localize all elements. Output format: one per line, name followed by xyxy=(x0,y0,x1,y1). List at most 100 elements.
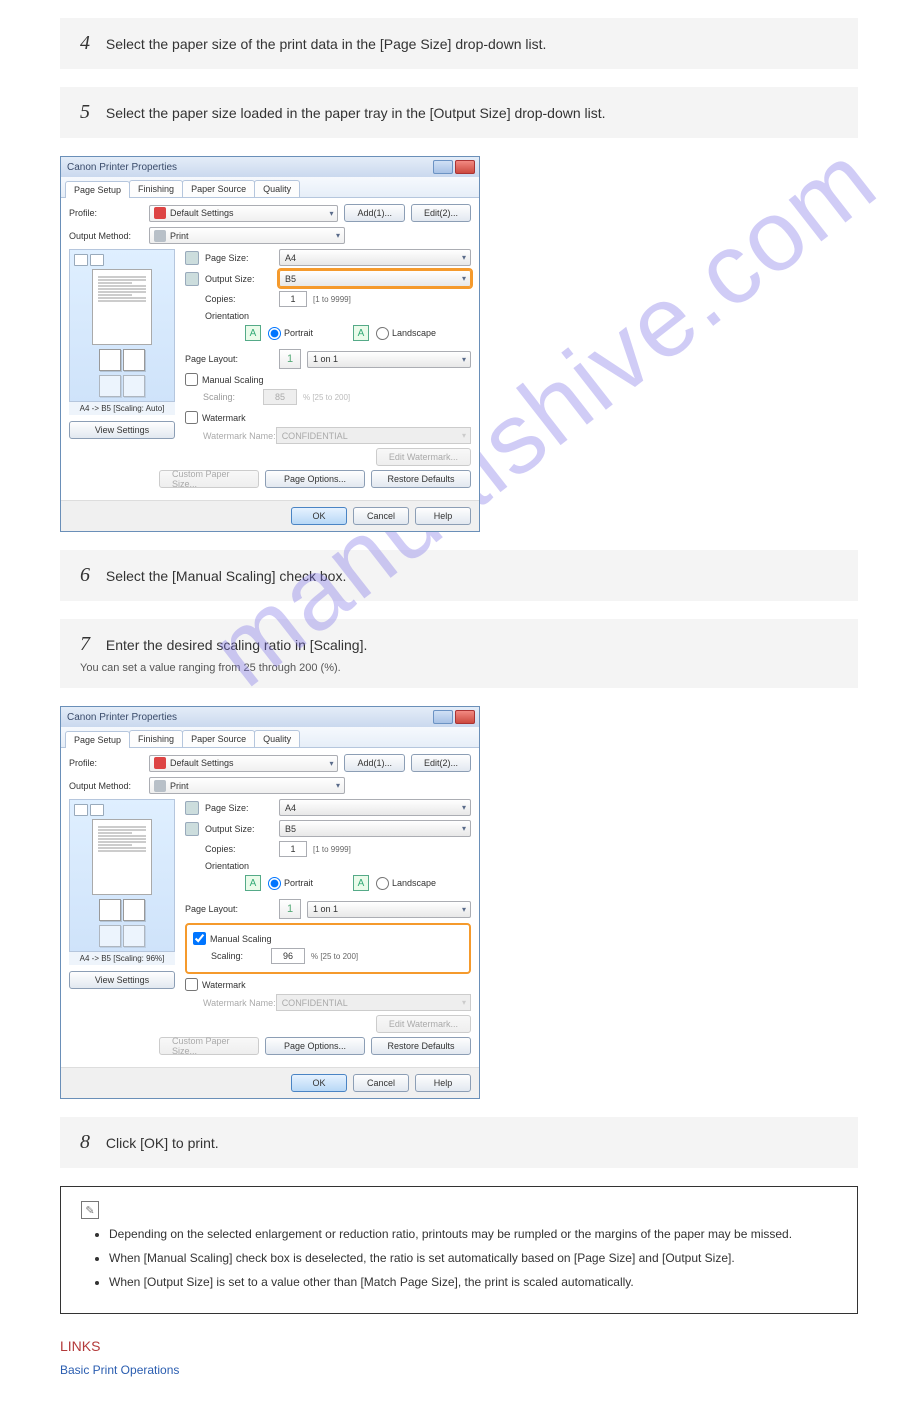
tab-paper-source[interactable]: Paper Source xyxy=(182,180,255,197)
cancel-button[interactable]: Cancel xyxy=(353,507,409,525)
printer-properties-dialog-2: Canon Printer Properties Page Setup Fini… xyxy=(60,706,480,1099)
page-layout-icon: 1 xyxy=(279,899,301,919)
page-size-combo[interactable]: A4 xyxy=(279,799,471,816)
output-size-value: B5 xyxy=(285,824,296,834)
profile-icon xyxy=(154,207,166,219)
output-method-value: Print xyxy=(170,231,189,241)
dialog-title: Canon Printer Properties xyxy=(67,162,177,173)
edit-profile-button[interactable]: Edit(2)... xyxy=(411,204,471,222)
add-profile-button[interactable]: Add(1)... xyxy=(344,754,405,772)
step-7-text: Enter the desired scaling ratio in [Scal… xyxy=(106,637,367,653)
portrait-radio[interactable]: A Portrait xyxy=(245,875,313,891)
page-options-button[interactable]: Page Options... xyxy=(265,470,365,488)
preview-tab-2[interactable] xyxy=(90,254,104,266)
portrait-icon: A xyxy=(245,875,261,891)
preview-tab-1[interactable] xyxy=(74,804,88,816)
help-button[interactable]: Help xyxy=(415,1074,471,1092)
links-section: LINKS Basic Print Operations xyxy=(60,1338,858,1377)
ok-button[interactable]: OK xyxy=(291,507,347,525)
landscape-icon: A xyxy=(353,325,369,341)
step-6-text: Select the [Manual Scaling] check box. xyxy=(106,568,346,584)
step-5-num: 5 xyxy=(80,101,90,123)
scaling-range: % [25 to 200] xyxy=(303,393,350,402)
orientation-label: Orientation xyxy=(205,311,279,321)
output-method-combo[interactable]: Print xyxy=(149,227,345,244)
portrait-label: Portrait xyxy=(284,328,313,338)
tab-finishing[interactable]: Finishing xyxy=(129,180,183,197)
preview-tab-2[interactable] xyxy=(90,804,104,816)
scaling-label: Scaling: xyxy=(211,951,271,961)
page-layout-combo[interactable]: 1 on 1 xyxy=(307,351,471,368)
copies-spinner[interactable]: 1 xyxy=(279,291,307,307)
restore-defaults-button[interactable]: Restore Defaults xyxy=(371,1037,471,1055)
watermark-label: Watermark xyxy=(202,980,246,990)
output-method-value: Print xyxy=(170,781,189,791)
output-method-combo[interactable]: Print xyxy=(149,777,345,794)
copies-range: [1 to 9999] xyxy=(313,845,351,854)
manual-scaling-label: Manual Scaling xyxy=(202,375,264,385)
tab-quality[interactable]: Quality xyxy=(254,730,300,747)
profile-combo[interactable]: Default Settings xyxy=(149,205,338,222)
link-basic-print[interactable]: Basic Print Operations xyxy=(60,1363,179,1377)
copies-label: Copies: xyxy=(205,294,279,304)
tab-finishing[interactable]: Finishing xyxy=(129,730,183,747)
page-size-combo[interactable]: A4 xyxy=(279,249,471,266)
manual-scaling-check[interactable]: Manual Scaling xyxy=(185,373,471,386)
custom-paper-size-button: Custom Paper Size... xyxy=(159,1037,259,1055)
view-settings-button[interactable]: View Settings xyxy=(69,421,175,439)
tab-page-setup[interactable]: Page Setup xyxy=(65,181,130,198)
output-size-label: Output Size: xyxy=(205,274,279,284)
step-4-bar: 4 Select the paper size of the print dat… xyxy=(60,18,858,69)
watermark-check[interactable]: Watermark xyxy=(185,411,471,424)
profile-label: Profile: xyxy=(69,758,149,768)
tabs: Page Setup Finishing Paper Source Qualit… xyxy=(61,177,479,198)
add-profile-button[interactable]: Add(1)... xyxy=(344,204,405,222)
titlebar: Canon Printer Properties xyxy=(61,157,479,177)
preview-panel xyxy=(69,799,175,952)
profile-value: Default Settings xyxy=(170,758,234,768)
tab-page-setup[interactable]: Page Setup xyxy=(65,731,130,748)
portrait-radio[interactable]: A Portrait xyxy=(245,325,313,341)
restore-defaults-button[interactable]: Restore Defaults xyxy=(371,470,471,488)
profile-combo[interactable]: Default Settings xyxy=(149,755,338,772)
edit-watermark-button: Edit Watermark... xyxy=(376,448,471,466)
output-size-value: B5 xyxy=(285,274,296,284)
watermark-check[interactable]: Watermark xyxy=(185,978,471,991)
close-window-button[interactable] xyxy=(455,710,475,724)
help-window-button[interactable] xyxy=(433,160,453,174)
print-icon xyxy=(154,230,166,242)
dialog-title: Canon Printer Properties xyxy=(67,712,177,723)
preview-tab-1[interactable] xyxy=(74,254,88,266)
portrait-icon: A xyxy=(245,325,261,341)
tab-paper-source[interactable]: Paper Source xyxy=(182,730,255,747)
step-8-text: Click [OK] to print. xyxy=(106,1135,219,1151)
manual-scaling-check[interactable]: Manual Scaling xyxy=(193,932,463,945)
help-window-button[interactable] xyxy=(433,710,453,724)
preview-caption: A4 -> B5 [Scaling: 96%] xyxy=(69,952,175,965)
ok-button[interactable]: OK xyxy=(291,1074,347,1092)
output-size-combo[interactable]: B5 xyxy=(279,820,471,837)
watermark-name-label: Watermark Name: xyxy=(203,998,276,1008)
close-window-button[interactable] xyxy=(455,160,475,174)
tab-quality[interactable]: Quality xyxy=(254,180,300,197)
page-layout-combo[interactable]: 1 on 1 xyxy=(307,901,471,918)
profile-value: Default Settings xyxy=(170,208,234,218)
landscape-radio[interactable]: A Landscape xyxy=(353,875,436,891)
step-5-bar: 5 Select the paper size loaded in the pa… xyxy=(60,87,858,138)
cancel-button[interactable]: Cancel xyxy=(353,1074,409,1092)
preview-caption: A4 -> B5 [Scaling: Auto] xyxy=(69,402,175,415)
edit-profile-button[interactable]: Edit(2)... xyxy=(411,754,471,772)
sheet-icon xyxy=(123,375,145,397)
scaling-spinner[interactable]: 96 xyxy=(271,948,305,964)
output-size-combo[interactable]: B5 xyxy=(279,270,471,287)
view-settings-button[interactable]: View Settings xyxy=(69,971,175,989)
copies-spinner[interactable]: 1 xyxy=(279,841,307,857)
page-options-button[interactable]: Page Options... xyxy=(265,1037,365,1055)
landscape-radio[interactable]: A Landscape xyxy=(353,325,436,341)
copies-range: [1 to 9999] xyxy=(313,295,351,304)
help-button[interactable]: Help xyxy=(415,507,471,525)
scaling-label: Scaling: xyxy=(203,392,263,402)
scaling-highlight: Manual Scaling Scaling: 96 % [25 to 200] xyxy=(185,923,471,974)
landscape-icon: A xyxy=(353,875,369,891)
output-size-label: Output Size: xyxy=(205,824,279,834)
